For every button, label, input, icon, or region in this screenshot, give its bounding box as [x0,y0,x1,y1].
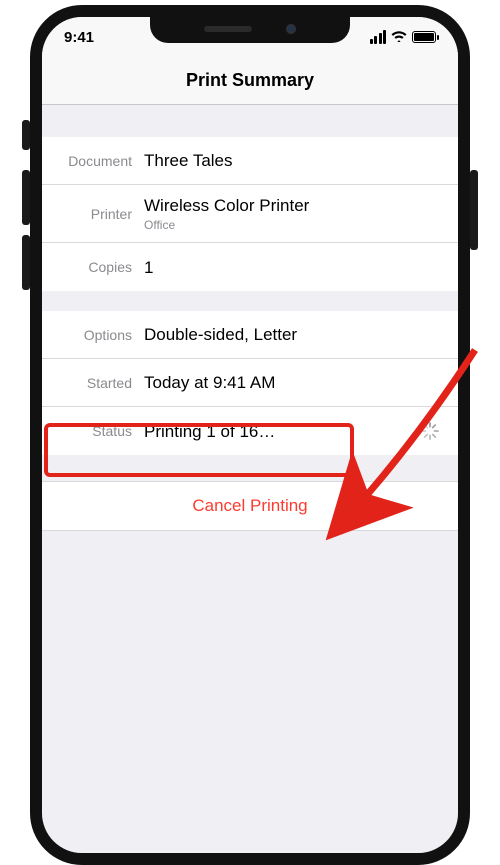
content: Document Three Tales Printer Wireless Co… [42,105,458,531]
activity-spinner-icon [420,421,440,441]
cellular-signal-icon [370,30,387,44]
speaker-grille [204,26,252,32]
mute-switch [22,120,30,150]
status-row: Status Printing 1 of 16… [42,407,458,455]
status-time: 9:41 [64,29,94,46]
options-label: Options [58,327,144,343]
wifi-icon [391,29,407,45]
volume-up-button [22,170,30,225]
printer-row[interactable]: Printer Wireless Color Printer Office [42,185,458,243]
document-row: Document Three Tales [42,137,458,185]
status-label: Status [58,423,144,439]
status-indicators [370,29,437,45]
started-label: Started [58,375,144,391]
document-label: Document [58,153,144,169]
document-value: Three Tales [144,150,233,171]
phone-frame: 9:41 Print Summary Document Three Tales [30,5,470,865]
copies-value: 1 [144,257,153,278]
cancel-button[interactable]: Cancel Printing [42,481,458,531]
screen: 9:41 Print Summary Document Three Tales [42,17,458,853]
printer-label: Printer [58,206,144,222]
copies-label: Copies [58,259,144,275]
nav-header: Print Summary [42,57,458,105]
copies-row: Copies 1 [42,243,458,291]
page-title: Print Summary [186,70,314,91]
battery-icon [412,31,436,43]
summary-group: Document Three Tales Printer Wireless Co… [42,137,458,291]
started-value: Today at 9:41 AM [144,372,275,393]
printer-value: Wireless Color Printer [144,195,309,216]
status-value: Printing 1 of 16… [144,421,275,442]
details-group: Options Double-sided, Letter Started Tod… [42,311,458,455]
power-button [470,170,478,250]
printer-sub: Office [144,218,309,232]
notch [150,15,350,43]
front-camera [286,24,296,34]
started-row: Started Today at 9:41 AM [42,359,458,407]
volume-down-button [22,235,30,290]
options-row: Options Double-sided, Letter [42,311,458,359]
cancel-label: Cancel Printing [192,496,307,516]
options-value: Double-sided, Letter [144,324,297,345]
